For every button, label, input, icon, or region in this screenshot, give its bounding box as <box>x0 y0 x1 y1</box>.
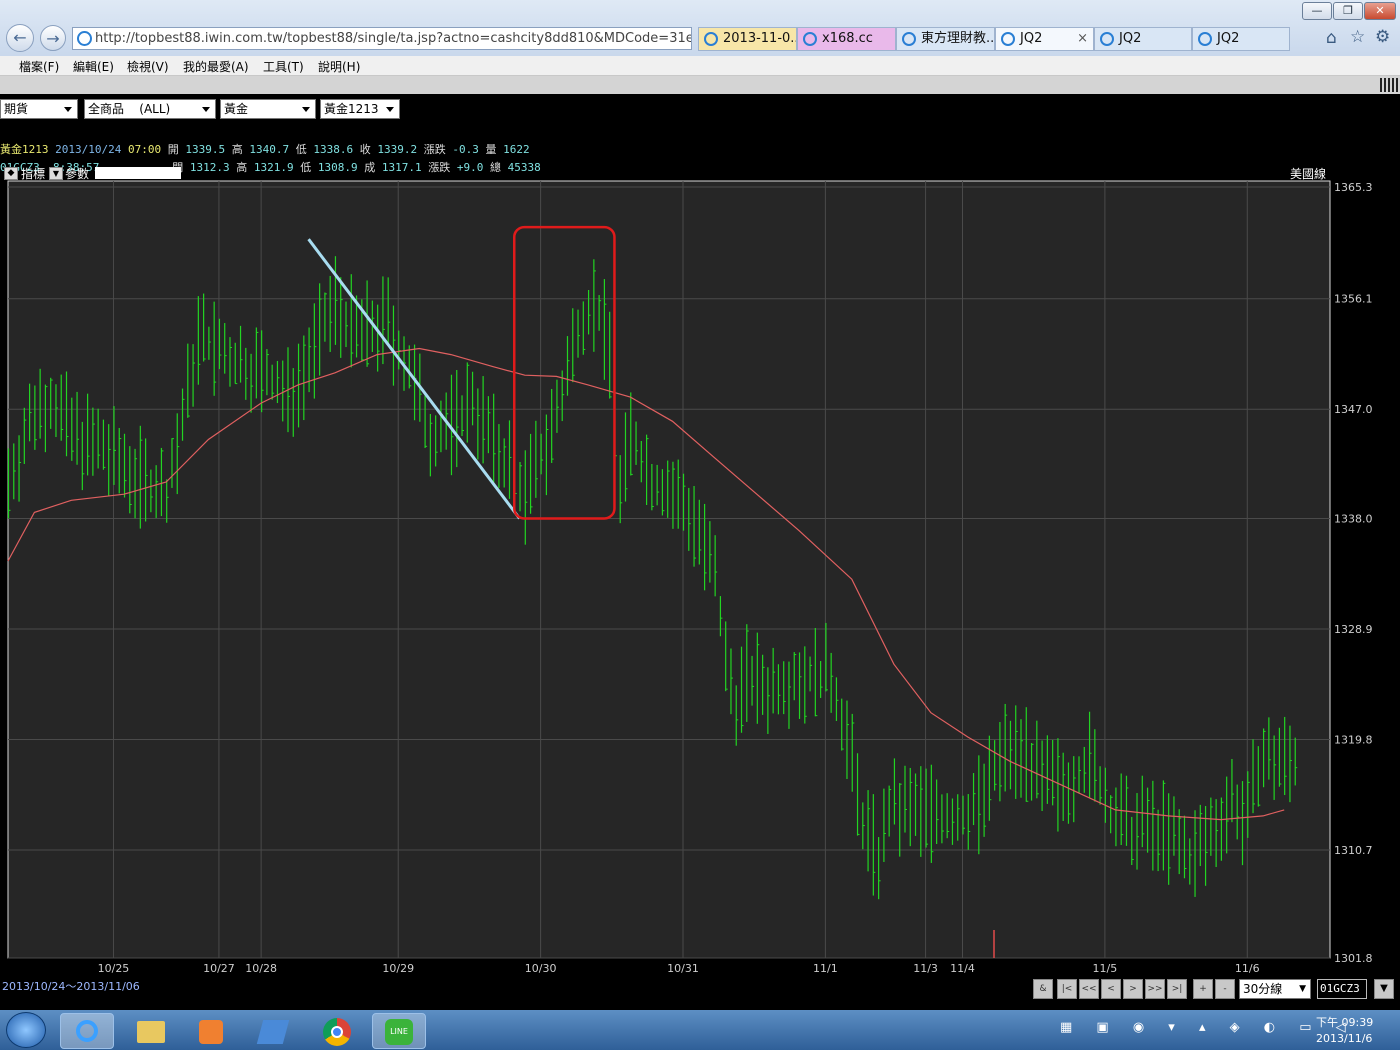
nav-control-button-8[interactable]: + <box>1193 979 1213 999</box>
taskbar-media-icon[interactable] <box>184 1013 238 1049</box>
interval-select-value: 30分線 <box>1243 982 1283 996</box>
taskbar-app-icon[interactable] <box>246 1013 300 1049</box>
clock-time[interactable]: 下午 09:39 <box>1316 1014 1373 1030</box>
price-chart[interactable]: 1365.3 1356.1 1347.0 1338.0 1328.9 1319.8 1310… <box>0 0 1400 1010</box>
x-tick-label: 10/30 <box>525 962 557 975</box>
tray-icons[interactable]: ▦ ▣ ◉ ▾ ▴ ◈ ◐ ▭ ◁ <box>1060 1020 1356 1035</box>
nav-control-button-1[interactable]: & <box>1033 979 1053 999</box>
nav-control-button-9[interactable]: - <box>1215 979 1235 999</box>
y-tick-label: 1310.7 <box>1334 844 1373 857</box>
taskbar-ie-icon[interactable] <box>60 1013 114 1049</box>
windows-taskbar: LINE ▦ ▣ ◉ ▾ ▴ ◈ ◐ ▭ ◁ 下午 09:39 2013/11/… <box>0 1010 1400 1050</box>
start-button[interactable] <box>6 1012 46 1048</box>
x-tick-label: 10/31 <box>667 962 699 975</box>
y-tick-label: 1301.8 <box>1334 952 1373 965</box>
y-tick-label: 1356.1 <box>1334 293 1373 306</box>
symbol-dropdown-button[interactable]: ▼ <box>1374 979 1394 999</box>
y-tick-label: 1338.0 <box>1334 512 1373 525</box>
nav-control-button-5[interactable]: > <box>1123 979 1143 999</box>
x-tick-label: 11/1 <box>813 962 838 975</box>
x-tick-label: 11/3 <box>913 962 938 975</box>
x-tick-label: 11/4 <box>950 962 975 975</box>
x-tick-label: 11/5 <box>1093 962 1118 975</box>
chevron-down-icon: ▼ <box>1299 984 1306 994</box>
nav-control-button-7[interactable]: >| <box>1167 979 1187 999</box>
x-tick-label: 10/28 <box>245 962 277 975</box>
y-tick-label: 1347.0 <box>1334 403 1373 416</box>
nav-control-button-2[interactable]: |< <box>1057 979 1077 999</box>
clock-date[interactable]: 2013/11/6 <box>1316 1032 1372 1045</box>
nav-control-button-3[interactable]: << <box>1079 979 1099 999</box>
x-tick-label: 11/6 <box>1235 962 1260 975</box>
taskbar-line-icon[interactable]: LINE <box>372 1013 426 1049</box>
nav-control-button-4[interactable]: < <box>1101 979 1121 999</box>
interval-select[interactable]: 30分線 ▼ <box>1239 979 1311 999</box>
y-tick-label: 1365.3 <box>1334 181 1373 194</box>
date-range-label: 2013/10/24～2013/11/06 <box>2 980 140 993</box>
y-tick-label: 1319.8 <box>1334 733 1373 746</box>
y-tick-label: 1328.9 <box>1334 623 1373 636</box>
taskbar-chrome-icon[interactable] <box>310 1013 364 1049</box>
symbol-input[interactable]: 01GCZ3 <box>1317 979 1367 999</box>
x-tick-label: 10/25 <box>98 962 130 975</box>
x-tick-label: 10/29 <box>382 962 414 975</box>
x-tick-label: 10/27 <box>203 962 235 975</box>
taskbar-explorer-icon[interactable] <box>124 1013 178 1049</box>
nav-control-button-6[interactable]: >> <box>1145 979 1165 999</box>
